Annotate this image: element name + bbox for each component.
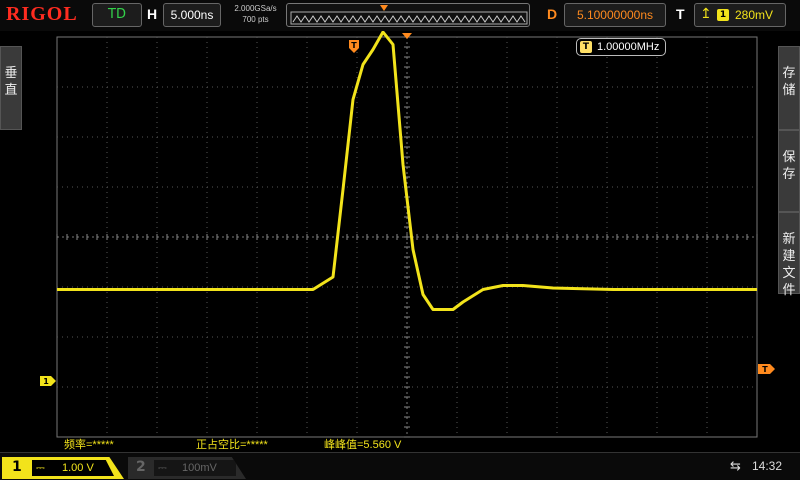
top-status-bar: RIGOL TD H 5.000ns 2.000GSa/s 700 pts D …: [0, 0, 800, 31]
trigger-source-badge: 1: [717, 9, 729, 21]
storage-menu-tab[interactable]: 存 储: [778, 46, 800, 130]
dc-coupling-icon: ⎓: [36, 461, 45, 474]
waveform-display[interactable]: T T 1: [0, 31, 800, 452]
trigger-level-marker-label: T: [762, 365, 768, 374]
graticule: [56, 36, 758, 438]
vertical-menu-tab-label: 垂: [4, 66, 18, 81]
trigger-settings-readout[interactable]: ↥ 1 280mV: [694, 3, 786, 27]
acquisition-info: 2.000GSa/s 700 pts: [228, 3, 283, 25]
system-clock: 14:32: [752, 459, 783, 473]
memory-overview-strip: [286, 3, 530, 27]
measurement-peak-to-peak[interactable]: 峰峰值=5.560 V: [324, 436, 401, 452]
trigger-level-value: 280mV: [735, 8, 774, 22]
frequency-counter-icon: T: [580, 41, 592, 53]
ch1-ground-marker-label: 1: [43, 377, 49, 386]
new-file-menu-tab-label: 件: [782, 283, 796, 298]
trigger-label: T: [676, 6, 685, 22]
bottom-status-bar: 1 ⎓ 1.00 V 2 ⎓ 100mV ⇆ 14:32: [0, 452, 800, 480]
rigol-logo: RIGOL: [6, 3, 78, 25]
storage-menu-tab-label: 储: [782, 83, 796, 98]
save-menu-tab[interactable]: 保 存: [778, 130, 800, 212]
ch2-number: 2: [136, 459, 146, 475]
trigger-status-badge: TD: [92, 3, 142, 27]
memory-overview-waveform: [290, 5, 528, 25]
new-file-menu-tab-label: 文: [782, 266, 796, 281]
horizontal-timebase-readout[interactable]: 5.000ns: [163, 3, 221, 27]
save-menu-tab-label: 存: [782, 167, 796, 182]
center-time-marker: [402, 33, 412, 39]
ch1-vertical-scale: 1.00 V: [62, 462, 94, 474]
new-file-menu-tab[interactable]: 新 建 文 件: [778, 212, 800, 298]
measurement-positive-duty[interactable]: 正占空比=*****: [196, 436, 268, 452]
new-file-menu-tab-label: 新: [782, 232, 796, 247]
vertical-menu-tab-label: 直: [4, 83, 18, 98]
ch2-vertical-scale: 100mV: [182, 462, 217, 474]
memory-depth: 700 pts: [242, 15, 269, 24]
vertical-menu-tab[interactable]: 垂 直: [0, 46, 22, 130]
delay-label: D: [547, 6, 558, 22]
storage-menu-tab-label: 存: [782, 66, 796, 81]
sample-rate: 2.000GSa/s: [234, 4, 277, 13]
dc-coupling-icon: ⎓: [158, 461, 167, 474]
trigger-position-marker-label: T: [351, 41, 357, 50]
save-menu-tab-label: 保: [782, 150, 796, 165]
ch1-channel-label[interactable]: 1 ⎓ 1.00 V: [2, 457, 124, 479]
ch1-number: 1: [12, 459, 22, 475]
horizontal-label: H: [147, 6, 158, 22]
memory-trigger-marker: [380, 5, 388, 11]
measurement-frequency[interactable]: 频率=*****: [64, 436, 114, 452]
usb-icon: ⇆: [730, 459, 741, 474]
new-file-menu-tab-label: 建: [782, 249, 796, 264]
frequency-counter: T 1.00000MHz: [576, 38, 667, 56]
horizontal-delay-readout[interactable]: 5.10000000ns: [564, 3, 666, 27]
rising-edge-icon: ↥: [700, 6, 712, 22]
frequency-counter-value: 1.00000MHz: [597, 41, 660, 53]
ch2-channel-label[interactable]: 2 ⎓ 100mV: [128, 457, 246, 479]
ch2-settings: ⎓ 100mV: [154, 460, 236, 476]
ch1-settings: ⎓ 1.00 V: [32, 460, 114, 476]
